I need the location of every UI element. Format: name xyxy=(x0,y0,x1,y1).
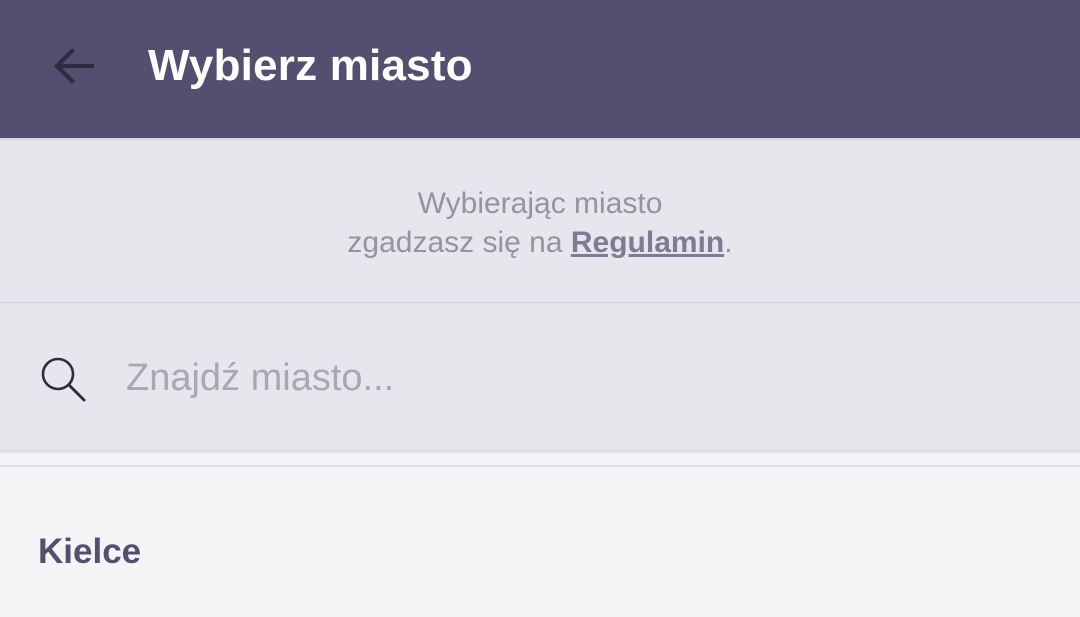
terms-link[interactable]: Regulamin xyxy=(571,226,724,259)
search-bar xyxy=(0,303,1080,450)
terms-line-1: Wybierając miasto xyxy=(417,187,663,220)
city-list: Kielce xyxy=(0,467,1080,617)
search-bar-shadow xyxy=(0,450,1080,454)
city-list-item[interactable]: Kielce xyxy=(0,467,1080,617)
city-picker-screen: Wybierz miasto Wybierając miasto zgadzas… xyxy=(0,0,1080,617)
search-icon xyxy=(41,357,86,402)
city-name: Kielce xyxy=(38,532,142,571)
terms-notice: Wybierając miasto zgadzasz się na Regula… xyxy=(0,142,1080,302)
app-toolbar: Wybierz miasto xyxy=(0,0,1080,138)
terms-line-2-prefix: zgadzasz się na xyxy=(347,226,571,259)
terms-line-2-suffix: . xyxy=(724,226,733,259)
terms-text: Wybierając miasto zgadzasz się na Regula… xyxy=(0,184,1080,262)
search-input[interactable] xyxy=(126,347,1026,409)
arrow-left-icon xyxy=(54,48,95,84)
back-button[interactable] xyxy=(38,30,110,102)
page-title: Wybierz miasto xyxy=(148,41,473,90)
